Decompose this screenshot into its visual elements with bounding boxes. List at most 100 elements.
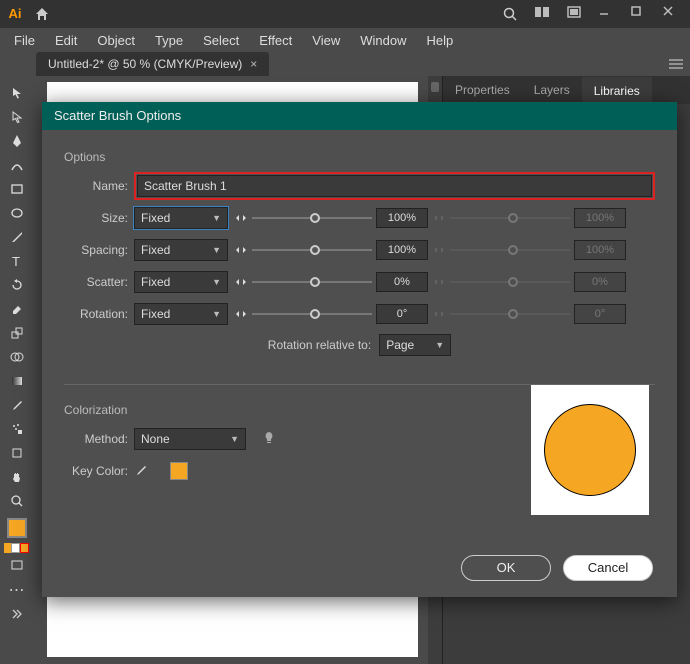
gradient-tool[interactable] bbox=[6, 370, 28, 392]
tip-icon[interactable] bbox=[262, 431, 278, 447]
close-icon[interactable]: × bbox=[250, 57, 257, 71]
randomize-icon[interactable] bbox=[234, 211, 248, 225]
size-mode-dropdown[interactable]: Fixed▼ bbox=[134, 207, 228, 229]
spacing-label: Spacing: bbox=[64, 243, 128, 257]
scatter-brush-dialog: Scatter Brush Options Options Name: Size… bbox=[42, 102, 677, 597]
search-icon[interactable] bbox=[502, 6, 518, 22]
scale-tool[interactable] bbox=[6, 322, 28, 344]
arrange-icon[interactable] bbox=[534, 5, 556, 23]
ellipse-tool[interactable] bbox=[6, 202, 28, 224]
maximize-button[interactable] bbox=[630, 5, 652, 23]
collapse-toolbar[interactable] bbox=[6, 603, 28, 625]
panel-tab-layers[interactable]: Layers bbox=[522, 76, 582, 104]
hand-tool[interactable] bbox=[6, 466, 28, 488]
panel-tabs: Properties Layers Libraries bbox=[443, 76, 690, 104]
menu-view[interactable]: View bbox=[302, 30, 350, 51]
rotation-mode-dropdown[interactable]: Fixed▼ bbox=[134, 303, 228, 325]
edit-toolbar[interactable]: ⋯ bbox=[6, 579, 28, 601]
scatter-label: Scatter: bbox=[64, 275, 128, 289]
method-label: Method: bbox=[64, 432, 128, 446]
document-tab[interactable]: Untitled-2* @ 50 % (CMYK/Preview) × bbox=[36, 52, 269, 76]
randomize-icon bbox=[432, 211, 446, 225]
eyedropper-tool[interactable] bbox=[6, 394, 28, 416]
size-value-2: 100% bbox=[574, 208, 626, 228]
type-tool[interactable]: T bbox=[6, 250, 28, 272]
ok-button[interactable]: OK bbox=[461, 555, 551, 581]
tools-panel: T ⋯ bbox=[0, 76, 33, 664]
menu-window[interactable]: Window bbox=[350, 30, 416, 51]
screen-mode-tool[interactable] bbox=[6, 555, 28, 577]
size-value-1[interactable]: 100% bbox=[376, 208, 428, 228]
name-field-highlight bbox=[134, 172, 655, 200]
size-slider-1[interactable] bbox=[252, 210, 372, 226]
scatter-value-2: 0% bbox=[574, 272, 626, 292]
eyedropper-icon[interactable] bbox=[134, 463, 150, 479]
minimize-button[interactable] bbox=[598, 5, 620, 23]
menubar: File Edit Object Type Select Effect View… bbox=[0, 28, 690, 52]
key-color-swatch[interactable] bbox=[170, 462, 188, 480]
menu-edit[interactable]: Edit bbox=[45, 30, 87, 51]
name-input[interactable] bbox=[137, 175, 652, 197]
key-color-label: Key Color: bbox=[64, 464, 128, 478]
workspace-icon[interactable] bbox=[566, 5, 588, 23]
rectangle-tool[interactable] bbox=[6, 178, 28, 200]
method-dropdown[interactable]: None▼ bbox=[134, 428, 246, 450]
rotation-relative-label: Rotation relative to: bbox=[268, 338, 371, 352]
panel-menu-icon[interactable] bbox=[668, 58, 684, 70]
colorization-label: Colorization bbox=[64, 403, 399, 417]
document-tab-title: Untitled-2* @ 50 % (CMYK/Preview) bbox=[48, 57, 242, 71]
panel-tab-properties[interactable]: Properties bbox=[443, 76, 522, 104]
rotate-tool[interactable] bbox=[6, 274, 28, 296]
rotation-value-2: 0° bbox=[574, 304, 626, 324]
curvature-tool[interactable] bbox=[6, 154, 28, 176]
cancel-button[interactable]: Cancel bbox=[563, 555, 653, 581]
pen-tool[interactable] bbox=[6, 130, 28, 152]
randomize-icon bbox=[432, 275, 446, 289]
spacing-value-2: 100% bbox=[574, 240, 626, 260]
menu-object[interactable]: Object bbox=[87, 30, 145, 51]
svg-text:T: T bbox=[12, 254, 20, 268]
dialog-title: Scatter Brush Options bbox=[42, 102, 677, 130]
scatter-slider-2 bbox=[450, 274, 570, 290]
zoom-tool[interactable] bbox=[6, 490, 28, 512]
symbol-sprayer-tool[interactable] bbox=[6, 418, 28, 440]
preview-shape bbox=[544, 404, 636, 496]
rotation-relative-dropdown[interactable]: Page▼ bbox=[379, 334, 451, 356]
spacing-mode-dropdown[interactable]: Fixed▼ bbox=[134, 239, 228, 261]
scatter-slider-1[interactable] bbox=[252, 274, 372, 290]
spacing-value-1[interactable]: 100% bbox=[376, 240, 428, 260]
eraser-tool[interactable] bbox=[6, 298, 28, 320]
brush-preview bbox=[531, 385, 649, 515]
randomize-icon[interactable] bbox=[234, 307, 248, 321]
randomize-icon[interactable] bbox=[234, 243, 248, 257]
scatter-value-1[interactable]: 0% bbox=[376, 272, 428, 292]
size-label: Size: bbox=[64, 211, 128, 225]
spacing-slider-2 bbox=[450, 242, 570, 258]
menu-effect[interactable]: Effect bbox=[249, 30, 302, 51]
shape-builder-tool[interactable] bbox=[6, 346, 28, 368]
panel-tab-libraries[interactable]: Libraries bbox=[582, 76, 652, 104]
titlebar: Ai bbox=[0, 0, 690, 28]
fill-swatch[interactable] bbox=[7, 518, 27, 538]
artboard-tool[interactable] bbox=[6, 442, 28, 464]
rotation-value-1[interactable]: 0° bbox=[376, 304, 428, 324]
color-mode-swatches[interactable] bbox=[4, 543, 30, 553]
menu-type[interactable]: Type bbox=[145, 30, 193, 51]
app-icon: Ai bbox=[6, 5, 24, 23]
menu-help[interactable]: Help bbox=[416, 30, 463, 51]
randomize-icon[interactable] bbox=[234, 275, 248, 289]
home-icon[interactable] bbox=[34, 6, 50, 22]
randomize-icon bbox=[432, 243, 446, 257]
direct-selection-tool[interactable] bbox=[6, 106, 28, 128]
close-button[interactable] bbox=[662, 5, 684, 23]
name-label: Name: bbox=[64, 179, 128, 193]
menu-select[interactable]: Select bbox=[193, 30, 249, 51]
scatter-mode-dropdown[interactable]: Fixed▼ bbox=[134, 271, 228, 293]
rotation-slider-1[interactable] bbox=[252, 306, 372, 322]
rotation-slider-2 bbox=[450, 306, 570, 322]
spacing-slider-1[interactable] bbox=[252, 242, 372, 258]
paintbrush-tool[interactable] bbox=[6, 226, 28, 248]
selection-tool[interactable] bbox=[6, 82, 28, 104]
rotation-label: Rotation: bbox=[64, 307, 128, 321]
menu-file[interactable]: File bbox=[4, 30, 45, 51]
